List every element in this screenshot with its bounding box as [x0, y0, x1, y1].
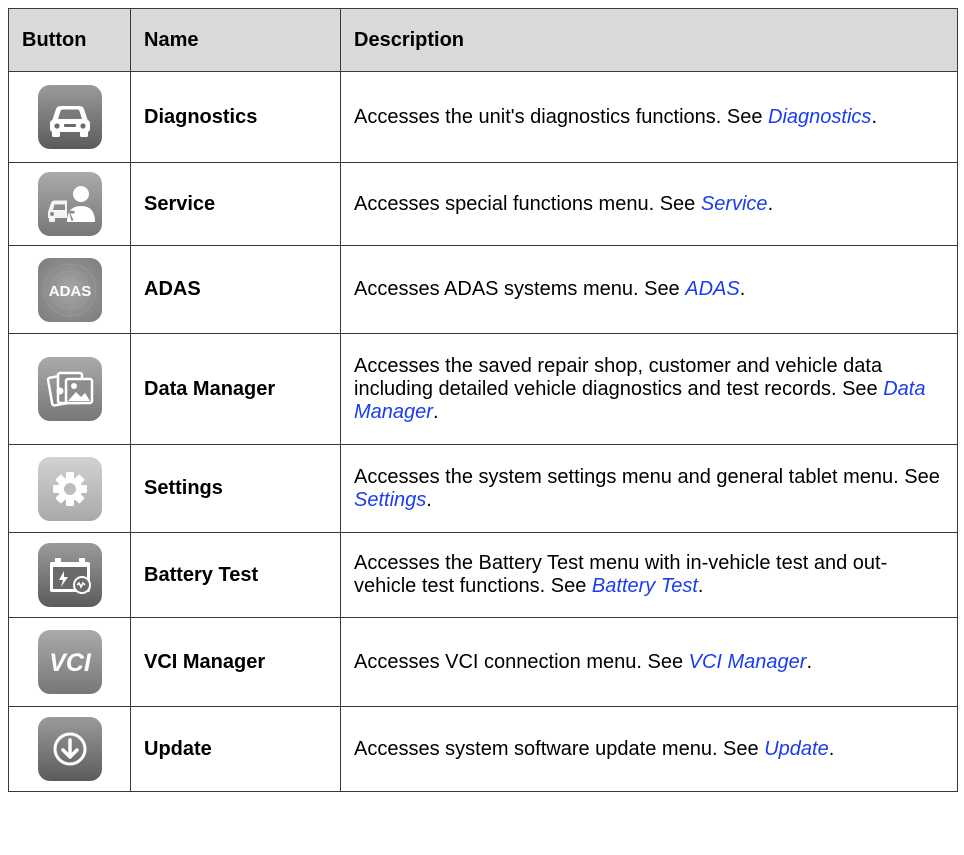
- button-reference-table: Button Name Description Diagnostics Acce…: [8, 8, 958, 792]
- vci-icon[interactable]: VCI: [37, 630, 102, 694]
- button-cell: [8, 162, 131, 246]
- button-cell: [8, 444, 131, 533]
- description-end: .: [426, 488, 432, 511]
- table-row: Data Manager Accesses the saved repair s…: [8, 333, 958, 445]
- table-row: Diagnostics Accesses the unit's diagnost…: [8, 71, 958, 163]
- table-row: Service Accesses special functions menu.…: [8, 162, 958, 246]
- diagnostics-link[interactable]: Diagnostics: [768, 106, 871, 128]
- row-name: VCI Manager: [130, 617, 341, 707]
- button-cell: [8, 532, 131, 618]
- row-name: Battery Test: [130, 532, 341, 618]
- gear-icon[interactable]: [37, 456, 102, 521]
- service-technician-icon[interactable]: [37, 172, 102, 236]
- description-text: Accesses special functions menu. See: [354, 192, 701, 215]
- header-description: Description: [340, 8, 958, 72]
- vci-icon-text: VCI: [49, 649, 92, 677]
- photo-folder-icon[interactable]: [37, 357, 102, 421]
- service-link[interactable]: Service: [701, 193, 768, 215]
- row-description: Accesses the unit's diagnostics function…: [340, 71, 958, 163]
- update-link[interactable]: Update: [764, 738, 829, 760]
- description-end: .: [432, 400, 439, 423]
- row-description: Accesses the Battery Test menu with in-v…: [340, 532, 958, 618]
- row-name: Diagnostics: [130, 71, 341, 163]
- button-cell: [8, 71, 131, 163]
- button-cell: VCI: [8, 617, 131, 707]
- table-row: Update Accesses system software update m…: [8, 706, 958, 792]
- button-cell: [8, 333, 131, 445]
- description-text: Accesses the unit's diagnostics function…: [354, 105, 769, 128]
- row-name: Update: [130, 706, 341, 792]
- description-end: .: [828, 737, 835, 760]
- adas-icon[interactable]: ADAS: [37, 257, 102, 322]
- header-name: Name: [130, 8, 341, 72]
- row-description: Accesses special functions menu. See Ser…: [340, 162, 958, 246]
- row-description: Accesses system software update menu. Se…: [340, 706, 958, 792]
- vci-manager-link[interactable]: VCI Manager: [689, 651, 807, 673]
- description-text: Accesses ADAS systems menu. See: [354, 278, 686, 300]
- description-text: Accesses VCI connection menu. See: [354, 650, 689, 673]
- description-end: .: [697, 575, 704, 597]
- adas-icon-text: ADAS: [48, 283, 91, 300]
- battery-icon[interactable]: [37, 543, 102, 607]
- button-cell: ADAS: [8, 245, 131, 334]
- row-name: Data Manager: [130, 333, 341, 445]
- description-end: .: [767, 192, 774, 215]
- description-end: .: [871, 105, 877, 128]
- button-cell: [8, 706, 131, 792]
- row-name: Settings: [130, 444, 341, 533]
- table-row: Battery Test Accesses the Battery Test m…: [8, 532, 958, 618]
- settings-link[interactable]: Settings: [354, 489, 426, 511]
- adas-link[interactable]: ADAS: [685, 278, 739, 300]
- row-name: ADAS: [130, 245, 341, 334]
- table-row: VCI VCI Manager Accesses VCI connection …: [8, 617, 958, 707]
- row-description: Accesses VCI connection menu. See VCI Ma…: [340, 617, 958, 707]
- download-arrow-icon[interactable]: [37, 717, 102, 781]
- battery-test-link[interactable]: Battery Test: [592, 575, 698, 597]
- description-end: .: [806, 650, 813, 673]
- description-text: Accesses system software update menu. Se…: [354, 737, 765, 760]
- header-button: Button: [8, 8, 131, 72]
- description-text: Accesses the saved repair shop, customer…: [354, 354, 884, 400]
- table-row: ADAS ADAS Accesses ADAS systems menu. Se…: [8, 245, 958, 334]
- row-name: Service: [130, 162, 341, 246]
- table-row: Settings Accesses the system settings me…: [8, 444, 958, 533]
- row-description: Accesses the system settings menu and ge…: [340, 444, 958, 533]
- table-header-row: Button Name Description: [8, 8, 958, 72]
- row-description: Accesses the saved repair shop, customer…: [340, 333, 958, 445]
- description-end: .: [739, 278, 746, 300]
- row-description: Accesses ADAS systems menu. See ADAS.: [340, 245, 958, 334]
- car-icon[interactable]: [37, 85, 102, 149]
- description-text: Accesses the system settings menu and ge…: [354, 465, 940, 488]
